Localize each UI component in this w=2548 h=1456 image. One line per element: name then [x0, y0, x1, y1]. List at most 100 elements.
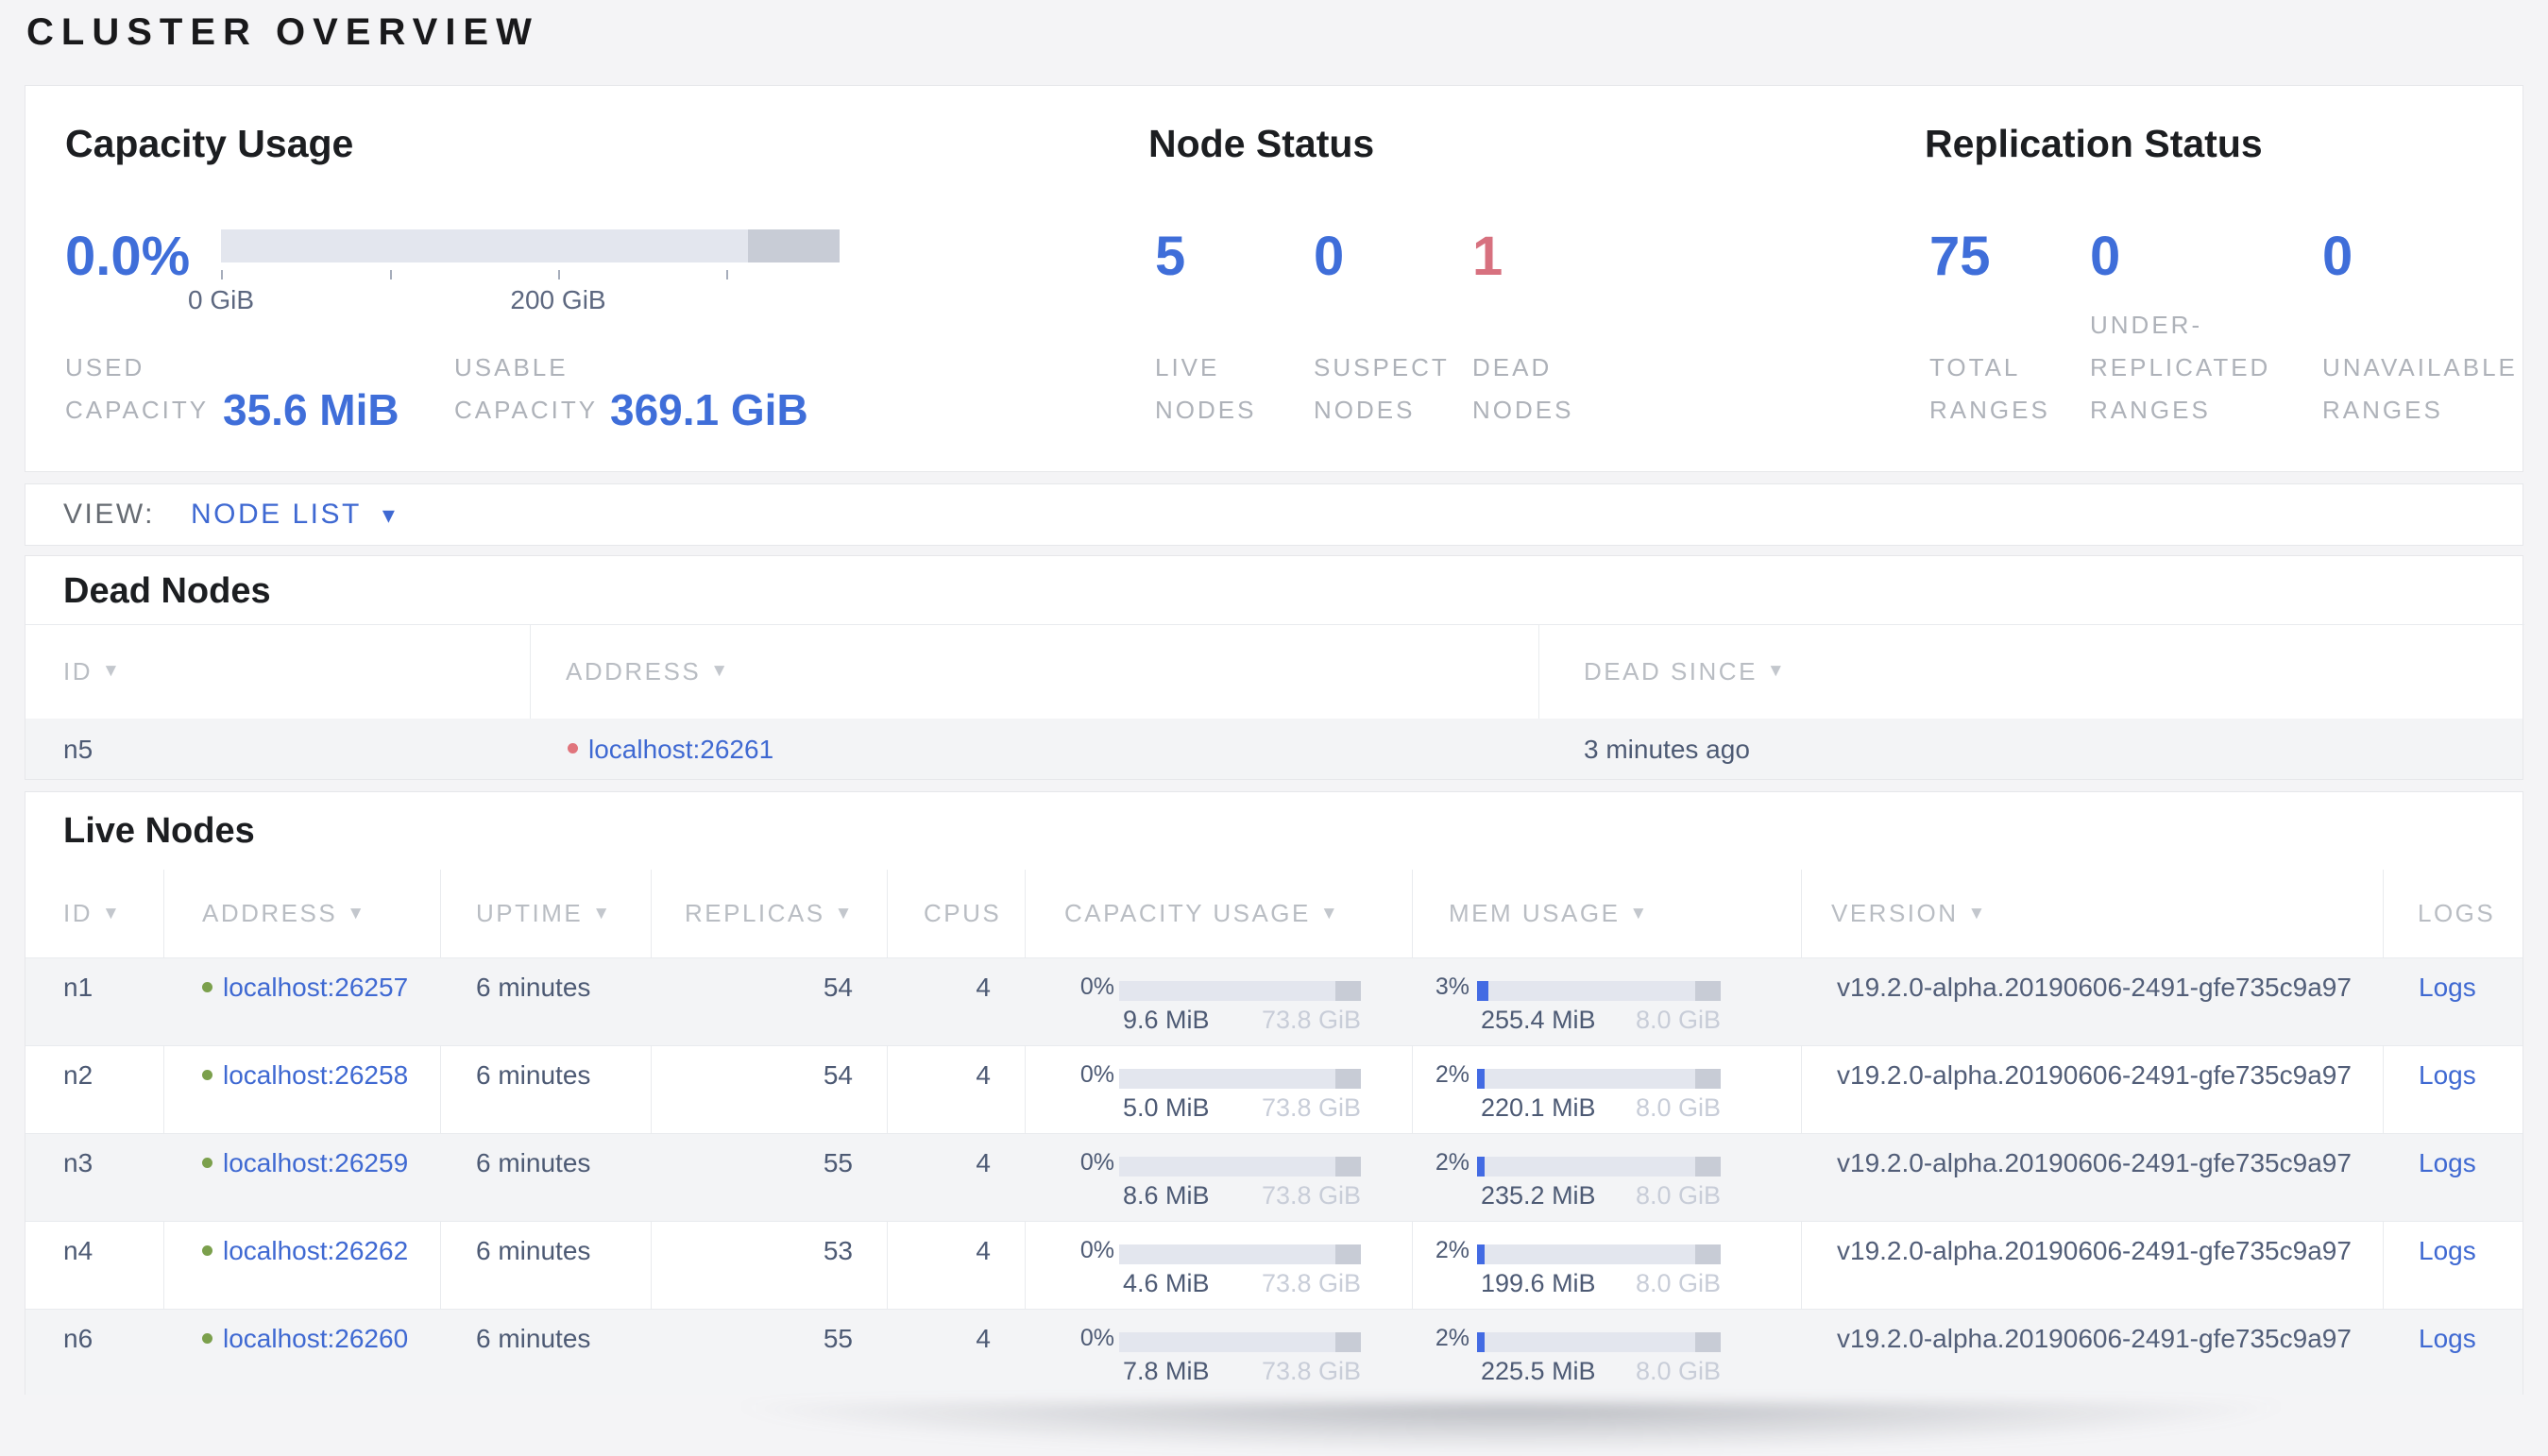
mem-total: 8.0 GiB — [1635, 1006, 1721, 1034]
sort-arrow-icon: ▼ — [102, 903, 123, 923]
suspect-nodes-count: 0 — [1314, 226, 1345, 287]
mem-used-segment — [1477, 1157, 1485, 1177]
logs-link[interactable]: Logs — [2419, 973, 2476, 1002]
node-id: n3 — [63, 1148, 93, 1177]
suspect-nodes-stat: 0 SUSPECT NODES — [1314, 229, 1450, 432]
reserved-segment — [1694, 1157, 1721, 1177]
node-cpus: 4 — [976, 1060, 991, 1090]
mem-used: 199.6 MiB — [1481, 1269, 1596, 1297]
live-nodes-stat: 5 LIVE NODES — [1155, 229, 1256, 432]
node-id: n2 — [63, 1060, 93, 1090]
page-bottom-shadow — [661, 1403, 2361, 1456]
live-col-header-version[interactable]: VERSION ▼ — [1831, 870, 1988, 957]
capacity-total: 73.8 GiB — [1261, 1181, 1361, 1210]
unavailable-ranges-stat: 0 UNAVAILABLE RANGES — [2322, 229, 2518, 432]
node-address-link[interactable]: localhost:26258 — [223, 1061, 408, 1090]
capacity-used: 5.0 MiB — [1123, 1093, 1210, 1122]
capacity-total: 73.8 GiB — [1261, 1357, 1361, 1385]
view-dropdown[interactable]: NODE LIST — [191, 499, 362, 531]
view-label: VIEW: — [63, 499, 155, 530]
under-replicated-label: UNDER- REPLICATED RANGES — [2090, 311, 2271, 424]
logs-link[interactable]: Logs — [2419, 1325, 2476, 1353]
live-col-header-capacity-usage[interactable]: CAPACITY USAGE ▼ — [1064, 870, 1340, 957]
node-uptime: 6 minutes — [476, 1060, 591, 1090]
dead-node-address-link[interactable]: localhost:26261 — [588, 735, 773, 765]
sort-arrow-icon: ▼ — [710, 661, 731, 681]
mem-mini-bar — [1477, 1332, 1721, 1352]
node-version: v19.2.0-alpha.20190606-2491-gfe735c9a97 — [1837, 973, 2352, 1002]
dead-status-dot-icon — [568, 743, 578, 753]
mem-total: 8.0 GiB — [1635, 1093, 1721, 1122]
dead-nodes-stat: 1 DEAD NODES — [1472, 229, 1573, 432]
capacity-mini-bar — [1119, 1157, 1361, 1177]
live-status-dot-icon — [202, 1333, 212, 1344]
node-address-link[interactable]: localhost:26259 — [223, 1149, 408, 1177]
node-uptime: 6 minutes — [476, 1324, 591, 1353]
sort-arrow-icon: ▼ — [1319, 903, 1341, 923]
node-cpus: 4 — [976, 1324, 991, 1353]
node-cpus: 4 — [976, 1236, 991, 1265]
node-uptime: 6 minutes — [476, 1148, 591, 1177]
node-replicas: 53 — [823, 1236, 853, 1265]
capacity-mini-bar — [1119, 981, 1361, 1001]
live-nodes-card: Live Nodes ID ▼ ADDRESS ▼ UPTIME ▼ REPLICAS… — [25, 791, 2523, 1395]
node-address-link[interactable]: localhost:26262 — [223, 1237, 408, 1265]
usable-capacity-value: 369.1 GiB — [610, 385, 808, 434]
live-status-dot-icon — [202, 1158, 212, 1168]
reserved-segment — [1694, 1332, 1721, 1352]
usable-capacity-stat: USABLE CAPACITY 369.1 GiB — [454, 229, 808, 434]
mem-mini-bar — [1477, 1069, 1721, 1089]
node-address-link[interactable]: localhost:26257 — [223, 973, 408, 1002]
usable-capacity-label: USABLE CAPACITY — [454, 353, 599, 424]
used-capacity-value: 35.6 MiB — [223, 385, 399, 434]
cluster-summary-card: Capacity Usage 0.0% 0 GiB 200 GiB USED C… — [25, 85, 2523, 472]
live-col-header-mem-usage[interactable]: MEM USAGE ▼ — [1449, 870, 1650, 957]
mem-used: 225.5 MiB — [1481, 1357, 1596, 1385]
reserved-segment — [1335, 1157, 1361, 1177]
total-ranges-stat: 75 TOTAL RANGES — [1929, 229, 2050, 432]
node-address-link[interactable]: localhost:26260 — [223, 1325, 408, 1353]
dead-col-header-id[interactable]: ID ▼ — [63, 624, 122, 719]
mem-used-segment — [1477, 1069, 1485, 1089]
mem-used-segment — [1477, 981, 1488, 1001]
used-capacity-stat: USED CAPACITY 35.6 MiB — [65, 229, 399, 434]
node-id: n4 — [63, 1236, 93, 1265]
live-col-header-id[interactable]: ID ▼ — [63, 870, 122, 957]
chevron-down-icon[interactable]: ▾ — [382, 500, 395, 530]
node-status-title: Node Status — [1148, 122, 1375, 165]
sort-arrow-icon: ▼ — [1967, 903, 1988, 923]
reserved-segment — [1694, 1069, 1721, 1089]
mem-pct: 2% — [1435, 1149, 1469, 1176]
dead-col-header-dead-since[interactable]: DEAD SINCE ▼ — [1584, 624, 1787, 719]
mem-mini-bar — [1477, 1157, 1721, 1177]
logs-link[interactable]: Logs — [2419, 1237, 2476, 1265]
node-uptime: 6 minutes — [476, 1236, 591, 1265]
capacity-used: 9.6 MiB — [1123, 1006, 1210, 1034]
live-col-header-uptime[interactable]: UPTIME ▼ — [476, 870, 613, 957]
live-node-row: n1 localhost:26257 6 minutes 54 4 0% 9.6… — [25, 957, 2523, 1045]
reserved-segment — [1335, 1244, 1361, 1264]
sort-arrow-icon: ▼ — [1629, 903, 1650, 923]
node-cpus: 4 — [976, 1148, 991, 1177]
replication-status-title: Replication Status — [1925, 122, 2263, 165]
sort-arrow-icon: ▼ — [1766, 661, 1788, 681]
logs-link[interactable]: Logs — [2419, 1061, 2476, 1090]
logs-link[interactable]: Logs — [2419, 1149, 2476, 1177]
live-status-dot-icon — [202, 982, 212, 992]
capacity-used: 4.6 MiB — [1123, 1269, 1210, 1297]
dead-col-header-address[interactable]: ADDRESS ▼ — [566, 624, 731, 719]
mem-used: 235.2 MiB — [1481, 1181, 1596, 1210]
live-node-row: n2 localhost:26258 6 minutes 54 4 0% 5.0… — [25, 1045, 2523, 1133]
live-col-header-address[interactable]: ADDRESS ▼ — [202, 870, 367, 957]
dead-since-value: 3 minutes ago — [1584, 735, 1750, 764]
dead-nodes-label: DEAD NODES — [1472, 353, 1574, 424]
total-ranges-count: 75 — [1929, 226, 1991, 287]
reserved-segment — [1694, 1244, 1721, 1264]
live-col-header-replicas[interactable]: REPLICAS ▼ — [685, 870, 855, 957]
node-id: n6 — [63, 1324, 93, 1353]
node-version: v19.2.0-alpha.20190606-2491-gfe735c9a97 — [1837, 1060, 2352, 1090]
capacity-pct: 0% — [1079, 1149, 1114, 1176]
under-replicated-ranges-stat: 0 UNDER- REPLICATED RANGES — [2090, 229, 2270, 432]
capacity-total: 73.8 GiB — [1261, 1093, 1361, 1122]
capacity-pct: 0% — [1079, 1237, 1114, 1263]
